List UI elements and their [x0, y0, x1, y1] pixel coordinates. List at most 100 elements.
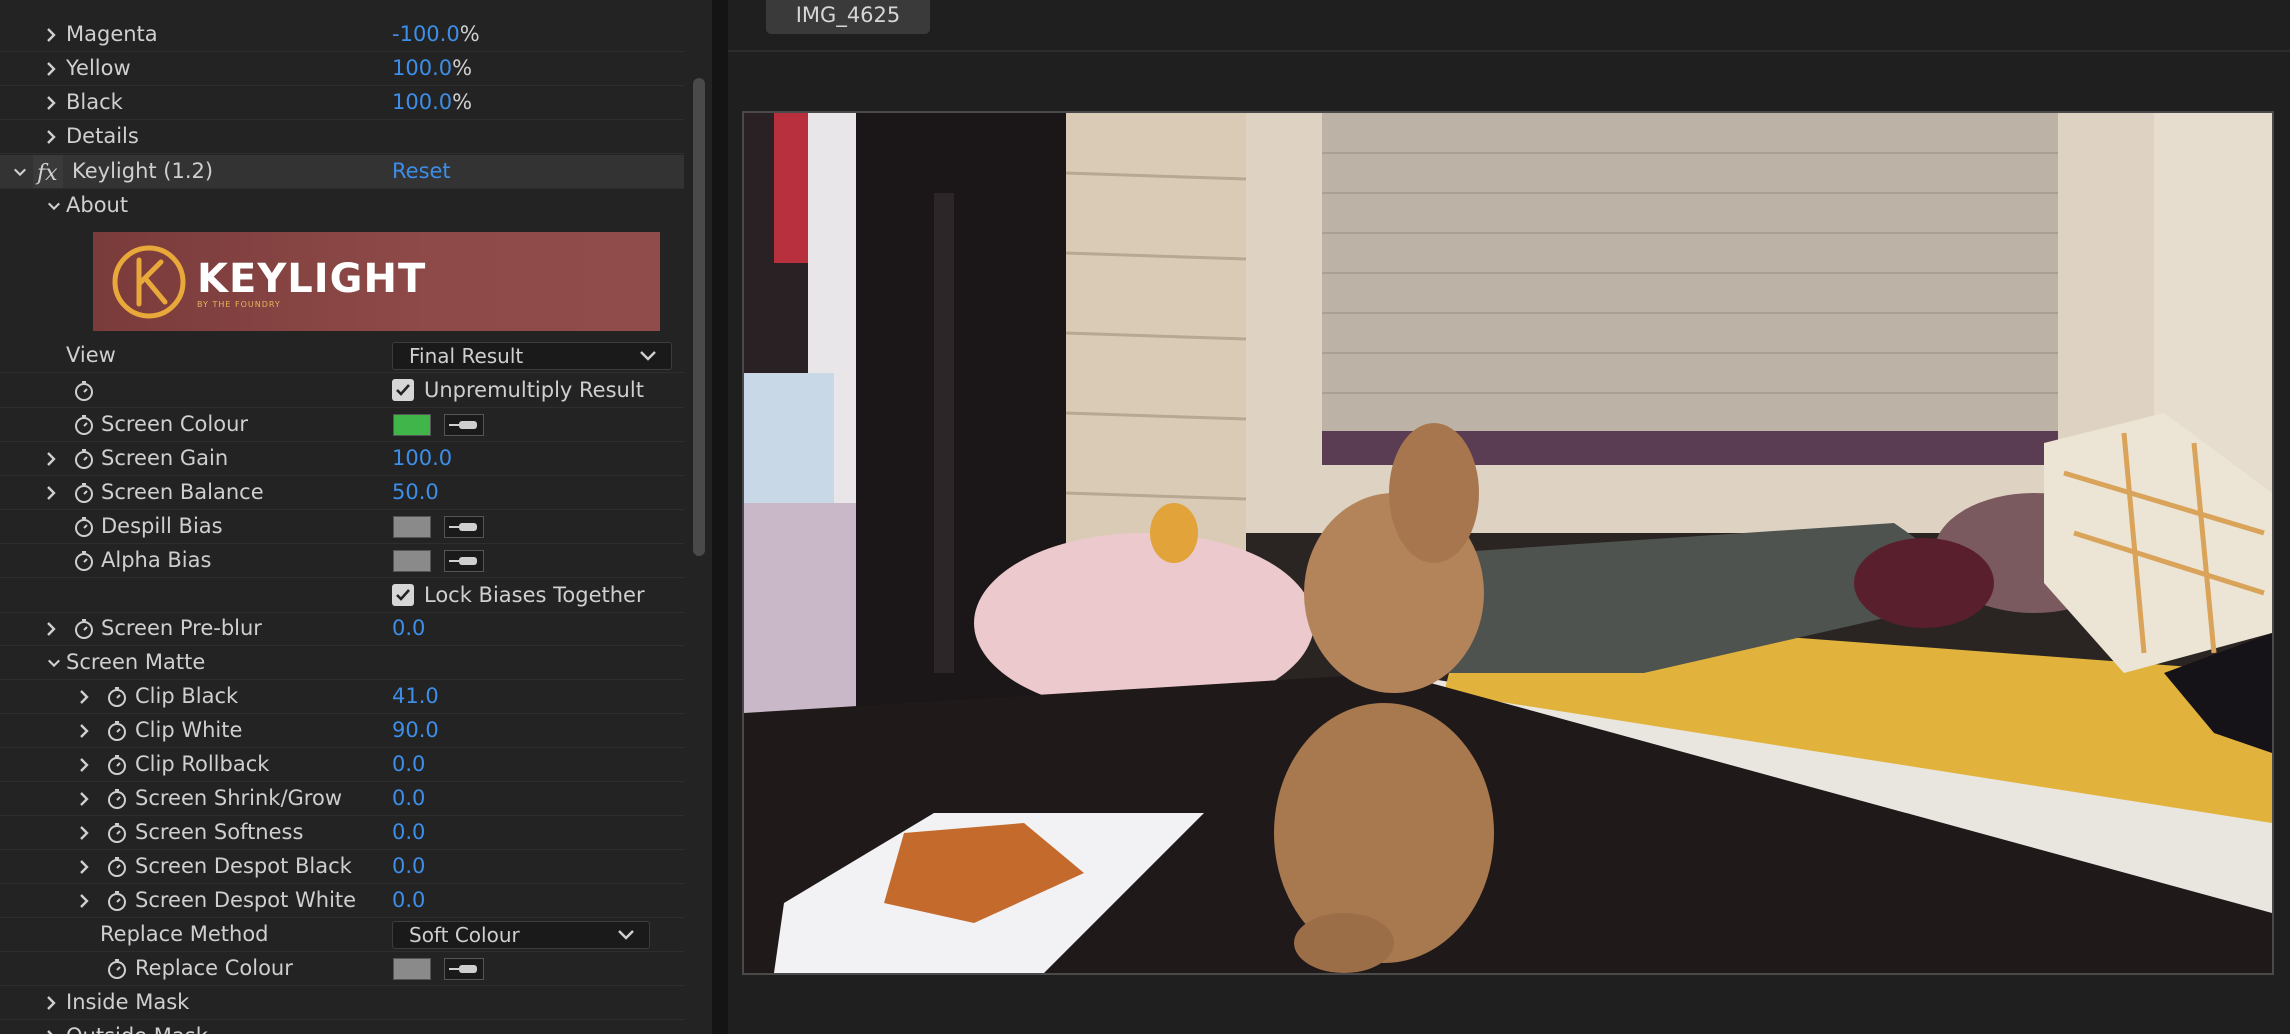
view-dropdown-value: Final Result	[409, 344, 524, 368]
chevron-right-icon[interactable]	[76, 816, 92, 849]
unpremultiply-checkbox[interactable]	[392, 379, 414, 401]
despill-bias-eyedropper[interactable]	[444, 516, 484, 538]
stopwatch-icon[interactable]	[105, 685, 129, 709]
chevron-right-icon[interactable]	[43, 120, 59, 153]
alpha-bias-swatch[interactable]	[393, 550, 431, 572]
property-value-magenta[interactable]: -100.0%	[392, 18, 480, 51]
property-label-screen-gain: Screen Gain	[101, 446, 229, 470]
effect-header-keylight[interactable]: fx Keylight (1.2) Reset	[0, 155, 684, 189]
lock-biases-checkbox[interactable]	[392, 584, 414, 606]
property-value-clip-rollback[interactable]: 0.0	[392, 748, 425, 781]
property-group-inside-mask[interactable]: Inside Mask	[0, 986, 684, 1020]
eyedropper-icon	[449, 965, 477, 973]
chevron-right-icon[interactable]	[43, 18, 59, 51]
stopwatch-icon[interactable]	[105, 821, 129, 845]
stopwatch-icon[interactable]	[72, 413, 96, 437]
property-label-screen-preblur: Screen Pre-blur	[101, 616, 262, 640]
property-row-screen-colour: Screen Colour	[0, 408, 684, 442]
property-row-replace-colour: Replace Colour	[0, 952, 684, 986]
stopwatch-icon[interactable]	[72, 379, 96, 403]
stopwatch-icon[interactable]	[72, 447, 96, 471]
tab-footage[interactable]: IMG_4625	[766, 0, 930, 34]
footage-frame[interactable]	[742, 111, 2274, 975]
property-value-black[interactable]: 100.0%	[392, 86, 472, 119]
property-value-clip-white[interactable]: 90.0	[392, 714, 439, 747]
stopwatch-icon[interactable]	[105, 787, 129, 811]
view-dropdown[interactable]: Final Result	[392, 342, 672, 370]
replace-colour-swatch[interactable]	[393, 958, 431, 980]
checkmark-icon	[396, 384, 410, 396]
stopwatch-icon[interactable]	[105, 753, 129, 777]
property-value-screen-preblur[interactable]: 0.0	[392, 612, 425, 645]
property-value-clip-black[interactable]: 41.0	[392, 680, 439, 713]
property-row-clip-white: Clip White 90.0	[0, 714, 684, 748]
property-row-black: Black 100.0%	[0, 86, 684, 120]
property-value-screen-despot-black[interactable]: 0.0	[392, 850, 425, 883]
property-row-view: View Final Result	[0, 339, 684, 373]
chevron-right-icon[interactable]	[76, 680, 92, 713]
chevron-right-icon[interactable]	[76, 782, 92, 815]
chevron-right-icon[interactable]	[43, 442, 59, 475]
property-group-outside-mask[interactable]: Outside Mask	[0, 1020, 684, 1034]
chevron-down-icon	[640, 351, 656, 361]
chevron-right-icon[interactable]	[76, 850, 92, 883]
chevron-down-icon[interactable]	[46, 189, 62, 222]
despill-bias-swatch[interactable]	[393, 516, 431, 538]
chevron-right-icon[interactable]	[43, 612, 59, 645]
property-row-screen-despot-black: Screen Despot Black 0.0	[0, 850, 684, 884]
stopwatch-icon[interactable]	[72, 515, 96, 539]
alpha-bias-eyedropper[interactable]	[444, 550, 484, 572]
chevron-right-icon[interactable]	[43, 1020, 59, 1034]
chevron-right-icon[interactable]	[76, 714, 92, 747]
property-group-about[interactable]: About	[0, 189, 684, 222]
panel-divider[interactable]	[712, 0, 728, 1034]
property-row-screen-shrink-grow: Screen Shrink/Grow 0.0	[0, 782, 684, 816]
replace-method-dropdown[interactable]: Soft Colour	[392, 921, 650, 949]
property-value-screen-shrink-grow[interactable]: 0.0	[392, 782, 425, 815]
value-unit: %	[452, 90, 473, 114]
stopwatch-icon[interactable]	[72, 481, 96, 505]
chevron-down-icon[interactable]	[46, 646, 62, 679]
property-value-screen-softness[interactable]: 0.0	[392, 816, 425, 849]
keylight-about-banner[interactable]: KEYLIGHT BY THE FOUNDRY	[93, 232, 660, 331]
value-number[interactable]: -100.0	[392, 22, 460, 46]
property-value-screen-gain[interactable]: 100.0	[392, 442, 452, 475]
property-value-screen-balance[interactable]: 50.0	[392, 476, 439, 509]
stopwatch-icon[interactable]	[105, 889, 129, 913]
property-row-alpha-bias: Alpha Bias	[0, 544, 684, 578]
property-row-screen-balance: Screen Balance 50.0	[0, 476, 684, 510]
property-row-despill-bias: Despill Bias	[0, 510, 684, 544]
value-number[interactable]: 100.0	[392, 56, 452, 80]
unpremultiply-label: Unpremultiply Result	[424, 378, 644, 402]
chevron-right-icon[interactable]	[43, 86, 59, 119]
value-number[interactable]: 100.0	[392, 90, 452, 114]
stopwatch-icon[interactable]	[105, 855, 129, 879]
stopwatch-icon[interactable]	[72, 549, 96, 573]
chevron-down-icon[interactable]	[12, 155, 28, 188]
replace-colour-eyedropper[interactable]	[444, 958, 484, 980]
property-label-clip-white: Clip White	[135, 718, 243, 742]
chevron-right-icon[interactable]	[43, 986, 59, 1019]
chevron-right-icon[interactable]	[43, 476, 59, 509]
scene-cabinet-edge	[934, 193, 954, 673]
chevron-right-icon[interactable]	[76, 748, 92, 781]
effect-controls-panel: Magenta -100.0% Yellow 100.0% Black 100.…	[0, 0, 712, 1034]
scrollbar-thumb[interactable]	[693, 78, 705, 556]
property-label-replace-method: Replace Method	[100, 922, 269, 946]
property-group-screen-matte[interactable]: Screen Matte	[0, 646, 684, 680]
eyedropper-icon	[449, 523, 477, 531]
screen-colour-eyedropper[interactable]	[444, 414, 484, 436]
property-row-screen-despot-white: Screen Despot White 0.0	[0, 884, 684, 918]
property-group-details[interactable]: Details	[0, 120, 684, 154]
stopwatch-icon[interactable]	[105, 719, 129, 743]
stopwatch-icon[interactable]	[105, 957, 129, 981]
property-value-screen-despot-white[interactable]: 0.0	[392, 884, 425, 917]
property-row-screen-gain: Screen Gain 100.0	[0, 442, 684, 476]
property-value-yellow[interactable]: 100.0%	[392, 52, 472, 85]
property-label-screen-matte: Screen Matte	[66, 650, 206, 674]
chevron-right-icon[interactable]	[76, 884, 92, 917]
reset-link[interactable]: Reset	[392, 155, 451, 188]
screen-colour-swatch[interactable]	[393, 414, 431, 436]
chevron-right-icon[interactable]	[43, 52, 59, 85]
stopwatch-icon[interactable]	[72, 617, 96, 641]
